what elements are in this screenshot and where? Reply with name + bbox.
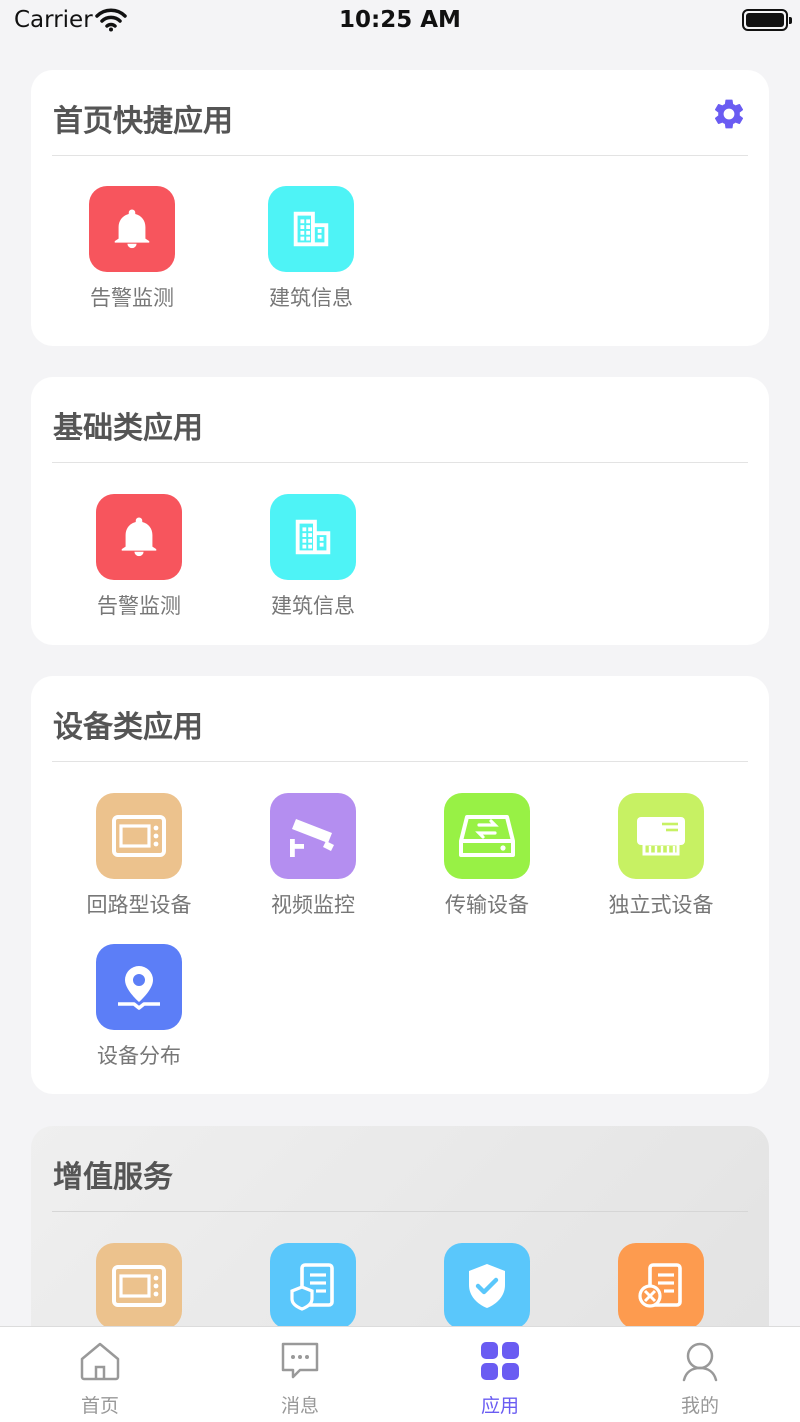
app-label: 视频监控 bbox=[271, 893, 355, 917]
standalone-device-icon bbox=[618, 793, 704, 879]
divider bbox=[52, 1211, 748, 1212]
status-bar: Carrier 10:25 AM bbox=[0, 0, 800, 42]
app-standalone-device[interactable]: 独立式设备 bbox=[576, 793, 746, 919]
camera-icon bbox=[270, 793, 356, 879]
tab-bar: 首页 消息 应用 我的 bbox=[0, 1326, 800, 1422]
value-added-services-title: 增值服务 bbox=[53, 1160, 173, 1195]
clock: 10:25 AM bbox=[339, 7, 461, 33]
basic-apps-title: 基础类应用 bbox=[53, 411, 203, 446]
tab-label: 应用 bbox=[480, 1395, 519, 1417]
tab-apps[interactable]: 应用 bbox=[440, 1339, 560, 1418]
quick-apps-title: 首页快捷应用 bbox=[53, 104, 233, 139]
location-pin-icon bbox=[96, 944, 182, 1030]
home-icon bbox=[80, 1342, 120, 1381]
device-apps-title: 设备类应用 bbox=[53, 710, 203, 745]
app-building-info[interactable]: 建筑信息 bbox=[226, 186, 396, 312]
app-transfer-device[interactable]: 传输设备 bbox=[402, 793, 572, 919]
tab-label: 我的 bbox=[680, 1395, 719, 1417]
basic-apps-card: 基础类应用 告警监测 建筑信息 bbox=[31, 377, 769, 645]
device-apps-card: 设备类应用 回路型设备 视频监控 传输设备 独立式设备 设备分布 bbox=[31, 676, 769, 1094]
tab-messages[interactable]: 消息 bbox=[240, 1339, 360, 1418]
divider bbox=[52, 155, 748, 156]
doc-shield-icon bbox=[270, 1243, 356, 1329]
app-alarm-monitor[interactable]: 告警监测 bbox=[47, 186, 217, 312]
panel-device-icon bbox=[96, 1243, 182, 1329]
app-building-info[interactable]: 建筑信息 bbox=[228, 494, 398, 620]
app-label: 设备分布 bbox=[97, 1044, 181, 1068]
app-panel-device[interactable]: 回路型设备 bbox=[54, 793, 224, 919]
building-icon bbox=[270, 494, 356, 580]
panel-device-icon bbox=[96, 793, 182, 879]
app-service-document-shield[interactable] bbox=[228, 1243, 398, 1329]
divider bbox=[52, 462, 748, 463]
shield-check-icon bbox=[444, 1243, 530, 1329]
app-service-document-repair[interactable] bbox=[576, 1243, 746, 1329]
tab-label: 消息 bbox=[280, 1395, 319, 1417]
message-icon bbox=[281, 1342, 319, 1379]
bell-icon bbox=[96, 494, 182, 580]
app-video-monitor[interactable]: 视频监控 bbox=[228, 793, 398, 919]
app-label: 建筑信息 bbox=[271, 594, 355, 618]
transfer-device-icon bbox=[444, 793, 530, 879]
user-icon bbox=[682, 1342, 718, 1382]
app-service-panel[interactable] bbox=[54, 1243, 224, 1329]
app-device-distribution[interactable]: 设备分布 bbox=[54, 944, 224, 1070]
tab-home[interactable]: 首页 bbox=[40, 1339, 160, 1418]
apps-grid-icon bbox=[481, 1342, 519, 1380]
divider bbox=[52, 761, 748, 762]
bell-icon bbox=[89, 186, 175, 272]
building-icon bbox=[268, 186, 354, 272]
app-label: 建筑信息 bbox=[269, 286, 353, 310]
app-label: 告警监测 bbox=[97, 594, 181, 618]
app-label: 回路型设备 bbox=[86, 893, 192, 917]
app-label: 独立式设备 bbox=[608, 893, 714, 917]
app-label: 告警监测 bbox=[90, 286, 174, 310]
tab-label: 首页 bbox=[80, 1395, 119, 1417]
doc-repair-icon bbox=[618, 1243, 704, 1329]
quick-apps-card: 首页快捷应用 告警监测 建筑信息 bbox=[31, 70, 769, 346]
gear-icon[interactable] bbox=[711, 96, 747, 132]
app-service-shield-check[interactable] bbox=[402, 1243, 572, 1329]
tab-profile[interactable]: 我的 bbox=[640, 1339, 760, 1418]
app-alarm-monitor[interactable]: 告警监测 bbox=[54, 494, 224, 620]
app-label: 传输设备 bbox=[445, 893, 529, 917]
battery-icon bbox=[742, 9, 792, 31]
